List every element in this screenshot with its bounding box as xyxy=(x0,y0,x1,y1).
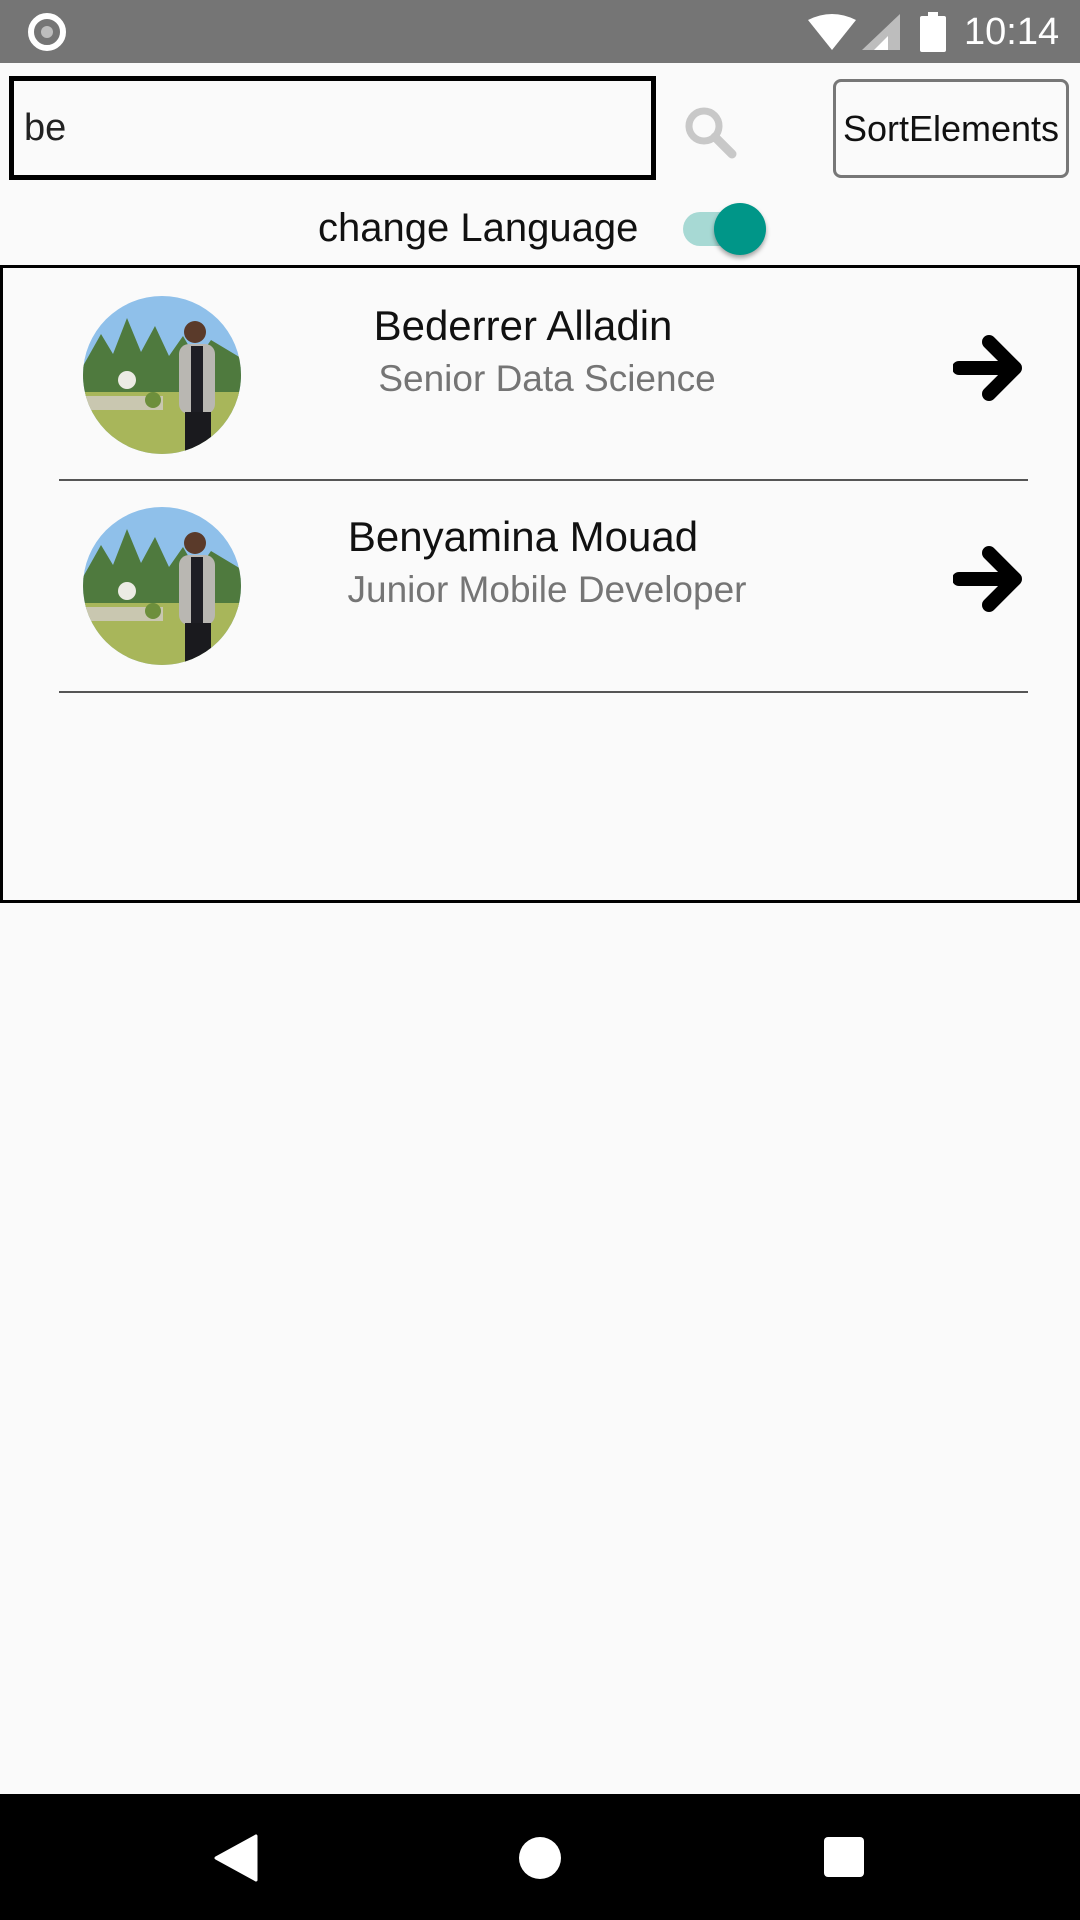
status-time: 10:14 xyxy=(964,11,1060,53)
arrow-right-icon[interactable] xyxy=(953,330,1025,406)
recents-icon[interactable] xyxy=(824,1837,864,1877)
signal-icon xyxy=(862,14,900,50)
avatar xyxy=(83,507,241,665)
home-icon[interactable] xyxy=(519,1837,561,1879)
language-toggle-knob[interactable] xyxy=(714,203,766,255)
wifi-icon xyxy=(808,14,856,50)
battery-icon xyxy=(920,12,946,52)
divider xyxy=(59,691,1028,693)
record-dot-icon xyxy=(28,13,66,51)
people-list[interactable]: Bederrer Alladin Senior Data Science Ben… xyxy=(0,265,1080,903)
person-name: Bederrer Alladin xyxy=(373,302,673,349)
status-bar: 10:14 xyxy=(0,0,1080,63)
avatar xyxy=(83,296,241,454)
person-role: Junior Mobile Developer xyxy=(347,569,747,610)
arrow-right-icon[interactable] xyxy=(953,541,1025,617)
person-role: Senior Data Science xyxy=(378,358,716,399)
person-name: Benyamina Mouad xyxy=(347,513,699,560)
search-icon[interactable] xyxy=(683,105,737,159)
search-input[interactable] xyxy=(9,76,656,180)
list-item[interactable]: Benyamina Mouad Junior Mobile Developer xyxy=(3,479,1077,690)
change-language-label: change Language xyxy=(318,206,639,250)
back-icon[interactable] xyxy=(214,1834,258,1882)
list-item[interactable]: Bederrer Alladin Senior Data Science xyxy=(3,268,1077,479)
sort-elements-button[interactable]: SortElements xyxy=(833,79,1069,178)
